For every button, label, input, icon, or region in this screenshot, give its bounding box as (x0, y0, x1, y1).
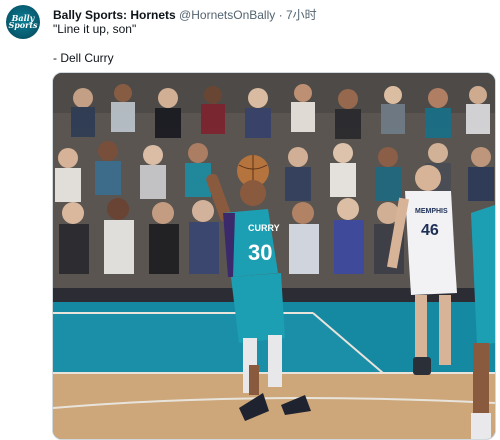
tweet-media-image[interactable]: CURRY 30 MEMPHIS 46 (52, 72, 496, 440)
bally-sports-logo: Bally Sports (8, 13, 38, 30)
tweet-text-quote: "Line it up, son" (53, 22, 137, 36)
tweet-text-attribution: - Dell Curry (53, 51, 114, 65)
separator-dot: · (278, 8, 283, 22)
jersey-name-memphis: MEMPHIS (415, 208, 448, 215)
jersey-number-46: 46 (421, 222, 439, 239)
basketball-scene: CURRY 30 MEMPHIS 46 (53, 73, 495, 439)
jersey-number-30: 30 (248, 240, 272, 265)
tweet-card: Bally Sports Bally Sports: Hornets @Horn… (0, 0, 500, 440)
timestamp[interactable]: 7小时 (286, 8, 317, 22)
user-handle[interactable]: @HornetsOnBally (179, 8, 275, 22)
avatar[interactable]: Bally Sports (6, 5, 40, 39)
jersey-name-curry: CURRY (248, 223, 280, 233)
display-name[interactable]: Bally Sports: Hornets (53, 8, 176, 22)
tweet-header: Bally Sports: Hornets @HornetsOnBally · … (53, 6, 317, 23)
